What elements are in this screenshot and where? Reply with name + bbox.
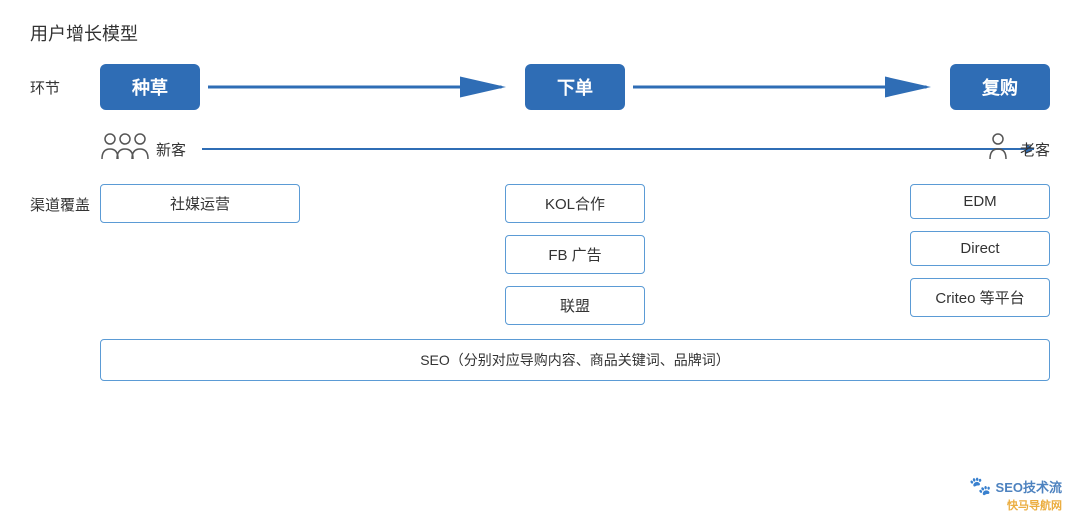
channel-box-direct: Direct [910,231,1050,266]
channel-row: 渠道覆盖 社媒运营 KOL合作 FB 广告 联盟 EDM Direct Crit… [30,184,1050,325]
channel-box-lianmeng: 联盟 [505,286,645,325]
watermark-icon: 🐾 [969,476,991,497]
stage-row-label: 环节 [30,77,100,98]
watermark-text2: 快马导航网 [1007,497,1062,513]
stage-box-2: 下单 [525,64,625,110]
new-customer-icon [100,131,150,167]
customer-arrow [202,148,1034,150]
channel-box-criteo: Criteo 等平台 [910,278,1050,317]
customer-content: 新客 老客 [100,131,1050,167]
channel-col-middle: KOL合作 FB 广告 联盟 [300,184,850,325]
stage-box-1: 种草 [100,64,200,110]
page-title: 用户增长模型 [30,20,1050,46]
new-customer-label: 新客 [156,139,186,160]
channel-col-left: 社媒运营 [100,184,300,325]
channel-box-shemei: 社媒运营 [100,184,300,223]
channel-box-fb: FB 广告 [505,235,645,274]
watermark-text1: SEO技术流 [996,477,1062,496]
channel-col-right: EDM Direct Criteo 等平台 [850,184,1050,325]
stage-segment-1: 种草 [100,64,525,110]
arrow-1 [208,73,517,101]
old-customer-icon [982,131,1014,167]
channel-label: 渠道覆盖 [30,184,100,215]
stage-row: 环节 种草 [30,64,1050,110]
channel-box-kol: KOL合作 [505,184,645,223]
old-customer-label: 老客 [1020,139,1050,160]
seo-box: SEO（分别对应导购内容、商品关键词、品牌词） [100,339,1050,381]
stage-box-3: 复购 [950,64,1050,110]
stage-row-content: 种草 下单 [100,64,1050,110]
customer-row: 新客 老客 [30,124,1050,174]
arrow-2 [633,73,942,101]
new-customer: 新客 [100,131,186,167]
channel-content: 社媒运营 KOL合作 FB 广告 联盟 EDM Direct Criteo 等平… [100,184,1050,325]
stage-segment-2: 下单 [525,64,950,110]
watermark-top: 🐾 SEO技术流 [969,476,1062,497]
watermark: 🐾 SEO技术流 快马导航网 [969,476,1062,513]
seo-row: SEO（分别对应导购内容、商品关键词、品牌词） [100,339,1050,381]
channel-box-edm: EDM [910,184,1050,219]
old-customer: 老客 [982,131,1050,167]
